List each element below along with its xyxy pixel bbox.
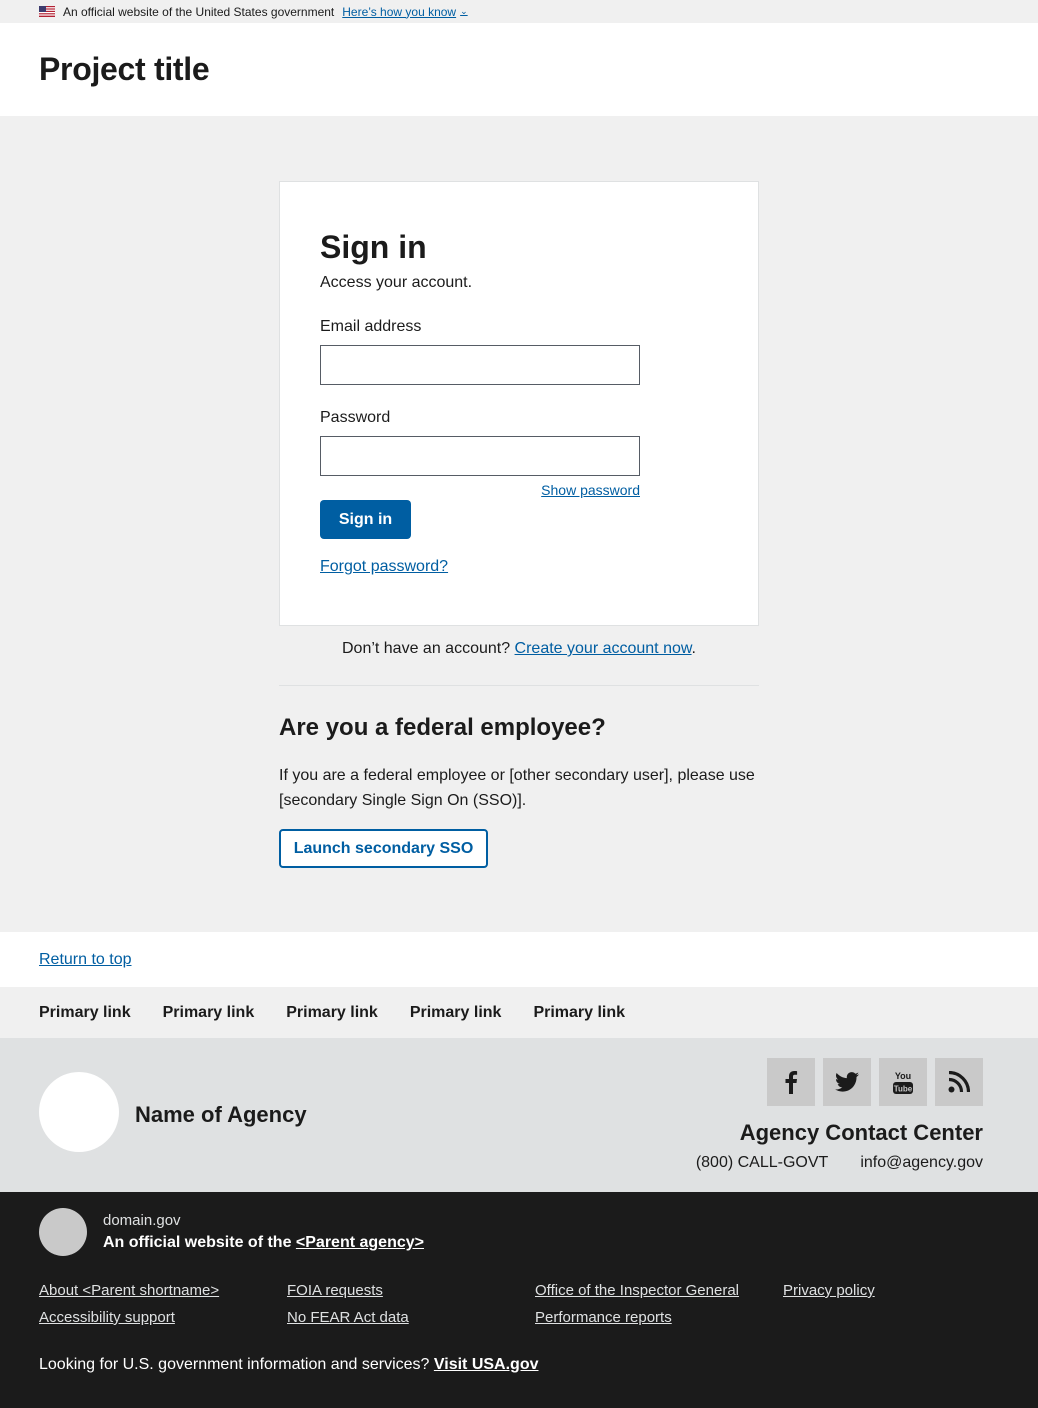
contact-info: (800) CALL-GOVT info@agency.gov xyxy=(696,1154,983,1172)
launch-sso-button[interactable]: Launch secondary SSO xyxy=(279,829,488,868)
primary-link[interactable]: Primary link xyxy=(533,1004,625,1022)
identifier-link-privacy[interactable]: Privacy policy xyxy=(783,1282,983,1299)
visit-usa-gov-link[interactable]: Visit USA.gov xyxy=(434,1356,539,1373)
no-account-suffix: . xyxy=(691,640,696,657)
how-you-know-label: Here’s how you know xyxy=(342,4,457,19)
primary-link[interactable]: Primary link xyxy=(286,1004,378,1022)
facebook-icon[interactable] xyxy=(767,1058,815,1106)
contact-email[interactable]: info@agency.gov xyxy=(860,1154,983,1172)
sign-in-button[interactable]: Sign in xyxy=(320,500,411,539)
create-account-link[interactable]: Create your account now xyxy=(515,640,692,657)
return-to-top-link[interactable]: Return to top xyxy=(39,951,132,969)
federal-text: If you are a federal employee or [other … xyxy=(279,767,755,809)
us-flag-icon xyxy=(39,6,55,17)
contact-center-title: Agency Contact Center xyxy=(739,1120,983,1145)
identifier: domain.gov An official website of the <P… xyxy=(0,1192,1038,1408)
project-title[interactable]: Project title xyxy=(39,51,210,88)
show-password-link[interactable]: Show password xyxy=(541,482,640,498)
primary-link[interactable]: Primary link xyxy=(410,1004,502,1022)
email-field[interactable] xyxy=(320,345,640,385)
agency-logo xyxy=(39,1072,119,1152)
forgot-password-link[interactable]: Forgot password? xyxy=(320,558,718,576)
identifier-links: About <Parent shortname> FOIA requests O… xyxy=(39,1282,983,1326)
identifier-link-nofear[interactable]: No FEAR Act data xyxy=(287,1309,535,1326)
password-field[interactable] xyxy=(320,436,640,476)
twitter-icon[interactable] xyxy=(823,1058,871,1106)
how-you-know-button[interactable]: Here’s how you know ⌄ xyxy=(342,5,467,19)
show-password-row: Show password xyxy=(320,482,640,498)
chevron-down-icon: ⌄ xyxy=(460,6,468,16)
usa-gov-label: Looking for U.S. government information … xyxy=(39,1356,434,1373)
parent-agency-logo xyxy=(39,1208,87,1256)
svg-text:Tube: Tube xyxy=(894,1085,913,1094)
divider xyxy=(279,685,759,686)
sign-in-heading: Sign in xyxy=(320,229,427,265)
agency-name: Name of Agency xyxy=(135,1102,307,1127)
usa-gov-text: Looking for U.S. government information … xyxy=(39,1356,539,1374)
official-prefix: An official website of the xyxy=(103,1234,296,1251)
no-account-label: Don’t have an account? xyxy=(341,640,515,657)
identifier-link-about[interactable]: About <Parent shortname> xyxy=(39,1282,287,1299)
sign-in-subheading: Access your account. xyxy=(320,274,473,291)
federal-heading: Are you a federal employee? xyxy=(279,714,606,741)
identifier-domain: domain.gov xyxy=(103,1212,181,1229)
identifier-link-oig[interactable]: Office of the Inspector General xyxy=(535,1282,783,1299)
banner-text: An official website of the United States… xyxy=(63,4,335,19)
social-links: You Tube xyxy=(767,1058,983,1106)
password-label: Password xyxy=(320,409,391,426)
site-header: Project title xyxy=(0,23,1038,116)
svg-text:You: You xyxy=(895,1071,911,1081)
no-account-text: Don’t have an account? Create your accou… xyxy=(279,640,759,658)
primary-link[interactable]: Primary link xyxy=(39,1004,131,1022)
footer-primary-nav: Primary link Primary link Primary link P… xyxy=(0,987,1038,1038)
main-content: Sign in Access your account. Email addre… xyxy=(0,116,1038,932)
primary-link[interactable]: Primary link xyxy=(163,1004,255,1022)
email-label: Email address xyxy=(320,318,422,335)
parent-agency-link[interactable]: <Parent agency> xyxy=(296,1234,424,1251)
contact-phone[interactable]: (800) CALL-GOVT xyxy=(696,1154,828,1172)
identifier-link-performance[interactable]: Performance reports xyxy=(535,1309,783,1326)
rss-icon[interactable] xyxy=(935,1058,983,1106)
identifier-link-foia[interactable]: FOIA requests xyxy=(287,1282,535,1299)
gov-banner: An official website of the United States… xyxy=(0,0,1038,23)
footer-secondary: Name of Agency You Tube Agency Contact C… xyxy=(0,1038,1038,1192)
sign-in-card: Sign in Access your account. Email addre… xyxy=(279,181,759,626)
identifier-official: An official website of the <Parent agenc… xyxy=(103,1234,424,1252)
youtube-icon[interactable]: You Tube xyxy=(879,1058,927,1106)
return-to-top-bar: Return to top xyxy=(0,932,1038,987)
identifier-link-accessibility[interactable]: Accessibility support xyxy=(39,1309,287,1326)
